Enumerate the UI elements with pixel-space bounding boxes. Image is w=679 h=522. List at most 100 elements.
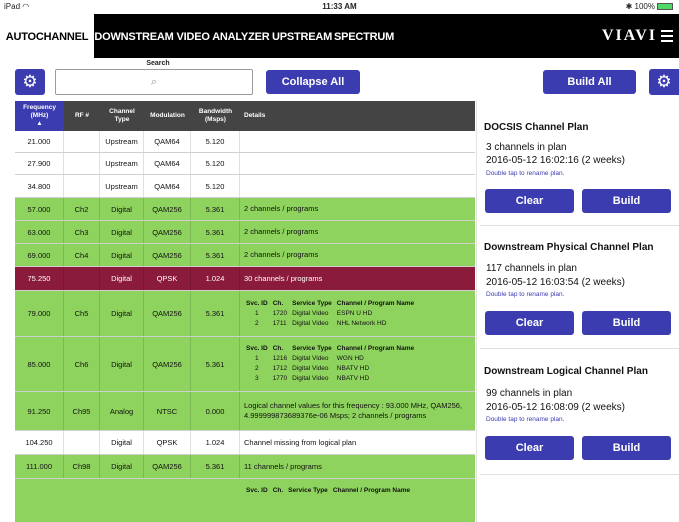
build-button[interactable]: Build xyxy=(582,189,671,213)
downstream-logical-channel-plan[interactable]: Downstream Logical Channel Plan 99 chann… xyxy=(480,348,679,478)
plan-title: DOCSIS Channel Plan xyxy=(484,122,589,133)
cell-modulation: QPSK xyxy=(144,431,191,454)
cell-rf: Ch2 xyxy=(64,198,100,220)
plan-date: 2016-05-12 16:02:16 (2 weeks) xyxy=(486,155,625,166)
search-label: Search xyxy=(146,60,170,67)
column-frequency[interactable]: Frequency (MHz) ▲ xyxy=(15,101,64,131)
table-row[interactable]: 57.000 Ch2 Digital QAM256 5.361 2 channe… xyxy=(15,198,475,221)
column-details[interactable]: Details xyxy=(240,101,475,131)
plan-date: 2016-05-12 16:08:09 (2 weeks) xyxy=(486,402,625,413)
cell-frequency: 91.250 xyxy=(15,392,64,430)
tab-video-analyzer[interactable]: VIDEO ANALYZER xyxy=(174,14,272,58)
cell-details: Channel missing from logical plan xyxy=(244,437,357,447)
cell-frequency: 21.000 xyxy=(15,131,64,152)
service-row: 3 1770 Digital Video NBATV HD xyxy=(255,375,370,382)
cell-channel-type: Upstream xyxy=(100,153,144,174)
sort-ascending-icon: ▲ xyxy=(36,120,43,127)
plans-gear-button[interactable]: ⚙ xyxy=(649,69,679,95)
tab-autochannel[interactable]: AUTOCHANNEL xyxy=(0,14,94,58)
cell-modulation: QAM64 xyxy=(144,175,191,197)
cell-rf xyxy=(64,153,100,174)
build-button[interactable]: Build xyxy=(582,436,671,460)
cell-rf: Ch98 xyxy=(64,455,100,478)
search-input[interactable]: ⌕ xyxy=(55,69,253,95)
downstream-physical-channel-plan[interactable]: Downstream Physical Channel Plan 117 cha… xyxy=(480,226,679,349)
column-rf[interactable]: RF # xyxy=(64,101,100,131)
plan-title: Downstream Logical Channel Plan xyxy=(484,366,648,377)
table-row[interactable]: 85.000 Ch6 Digital QAM256 5.361 Svc. ID C… xyxy=(15,337,475,392)
cell-frequency: 111.000 xyxy=(15,455,64,478)
column-modulation[interactable]: Modulation xyxy=(144,101,191,131)
table-row[interactable]: 75.250 Digital QPSK 1.024 30 channels / … xyxy=(15,267,475,291)
cell-details xyxy=(240,175,475,197)
table-row[interactable]: 27.900 Upstream QAM64 5.120 xyxy=(15,153,475,175)
cell-channel-type: Digital xyxy=(100,198,144,220)
cell-channel-type: Digital xyxy=(100,244,144,266)
cell-modulation: QAM256 xyxy=(144,455,191,478)
plan-title: Downstream Physical Channel Plan xyxy=(484,242,654,253)
cell-channel-type: Digital xyxy=(100,455,144,478)
cell-bandwidth: 5.361 xyxy=(191,244,240,266)
table-row[interactable]: 104.250 Digital QPSK 1.024 Channel missi… xyxy=(15,431,475,455)
cell-modulation: NTSC xyxy=(144,392,191,430)
cell-modulation: QAM256 xyxy=(144,244,191,266)
cell-rf xyxy=(64,267,100,290)
table-row[interactable]: 91.250 Ch95 Analog NTSC 0.000 Logical ch… xyxy=(15,392,475,431)
battery-icon xyxy=(657,3,673,10)
cell-details: 11 channels / programs xyxy=(244,461,322,471)
search-icon: ⌕ xyxy=(150,76,158,88)
plan-channel-count: 117 channels in plan xyxy=(486,263,577,274)
cell-channel-type: Digital xyxy=(100,337,144,391)
collapse-all-button[interactable]: Collapse All xyxy=(266,70,360,94)
tab-spectrum[interactable]: SPECTRUM xyxy=(332,14,396,58)
cell-rf xyxy=(64,131,100,152)
tab-downstream[interactable]: DOWNSTREAM xyxy=(94,14,174,58)
table-row[interactable]: 79.000 Ch5 Digital QAM256 5.361 Svc. ID C… xyxy=(15,291,475,337)
table-row[interactable]: 63.000 Ch3 Digital QAM256 5.361 2 channe… xyxy=(15,221,475,244)
cell-frequency: 75.250 xyxy=(15,267,64,290)
table-row[interactable]: 21.000 Upstream QAM64 5.120 xyxy=(15,131,475,153)
divider xyxy=(480,474,679,475)
column-channel-type[interactable]: Channel Type xyxy=(100,101,144,131)
table-row[interactable]: Svc. ID Ch. Service Type Channel / Program … xyxy=(15,479,475,522)
clear-button[interactable]: Clear xyxy=(485,189,574,213)
service-row: 2 1711 Digital Video NHL Network HD xyxy=(255,319,387,327)
table-row[interactable]: 69.000 Ch4 Digital QAM256 5.361 2 channe… xyxy=(15,244,475,267)
build-button[interactable]: Build xyxy=(582,311,671,335)
build-all-button[interactable]: Build All xyxy=(543,70,636,94)
gear-icon: ⚙ xyxy=(22,72,38,91)
settings-gear-button[interactable]: ⚙ xyxy=(15,69,45,95)
clear-button[interactable]: Clear xyxy=(485,311,574,335)
service-table: Svc. ID Ch. Service Type Channel / Program … xyxy=(246,487,411,494)
cell-channel-type: Upstream xyxy=(100,131,144,152)
clear-button[interactable]: Clear xyxy=(485,436,574,460)
column-bandwidth[interactable]: Bandwidth (Msps) xyxy=(191,101,240,131)
cell-channel-type: Digital xyxy=(100,291,144,336)
cell-rf: Ch5 xyxy=(64,291,100,336)
cell-rf xyxy=(64,431,100,454)
cell-modulation: QAM64 xyxy=(144,131,191,152)
service-row: 2 1712 Digital Video NBATV HD xyxy=(255,365,370,372)
channel-table: Frequency (MHz) ▲ RF # Channel Type Modul… xyxy=(15,101,475,522)
plan-date: 2016-05-12 16:03:54 (2 weeks) xyxy=(486,277,625,288)
cell-details xyxy=(240,153,475,174)
cell-channel-type: Analog xyxy=(100,392,144,430)
table-header: Frequency (MHz) ▲ RF # Channel Type Modul… xyxy=(15,101,475,131)
menu-icon[interactable] xyxy=(661,30,673,42)
plan-rename-hint: Double tap to rename plan. xyxy=(486,170,565,177)
viavi-logo: VIAVI xyxy=(601,27,657,44)
tab-upstream[interactable]: UPSTREAM xyxy=(272,14,332,58)
bluetooth-icon: ✱ xyxy=(625,2,633,11)
cell-frequency: 79.000 xyxy=(15,291,64,336)
docsis-channel-plan[interactable]: DOCSIS Channel Plan 3 channels in plan 2… xyxy=(480,100,679,226)
cell-frequency: 63.000 xyxy=(15,221,64,243)
service-row: 1 1216 Digital Video WGN HD xyxy=(255,355,364,362)
plan-channel-count: 99 channels in plan xyxy=(486,388,573,399)
table-row[interactable]: 34.800 Upstream QAM64 5.120 xyxy=(15,175,475,198)
table-row[interactable]: 111.000 Ch98 Digital QAM256 5.361 11 cha… xyxy=(15,455,475,479)
cell-frequency: 85.000 xyxy=(15,337,64,391)
cell-frequency: 104.250 xyxy=(15,431,64,454)
gear-icon: ⚙ xyxy=(656,72,672,91)
plan-channel-count: 3 channels in plan xyxy=(486,142,567,153)
cell-channel-type: Digital xyxy=(100,431,144,454)
